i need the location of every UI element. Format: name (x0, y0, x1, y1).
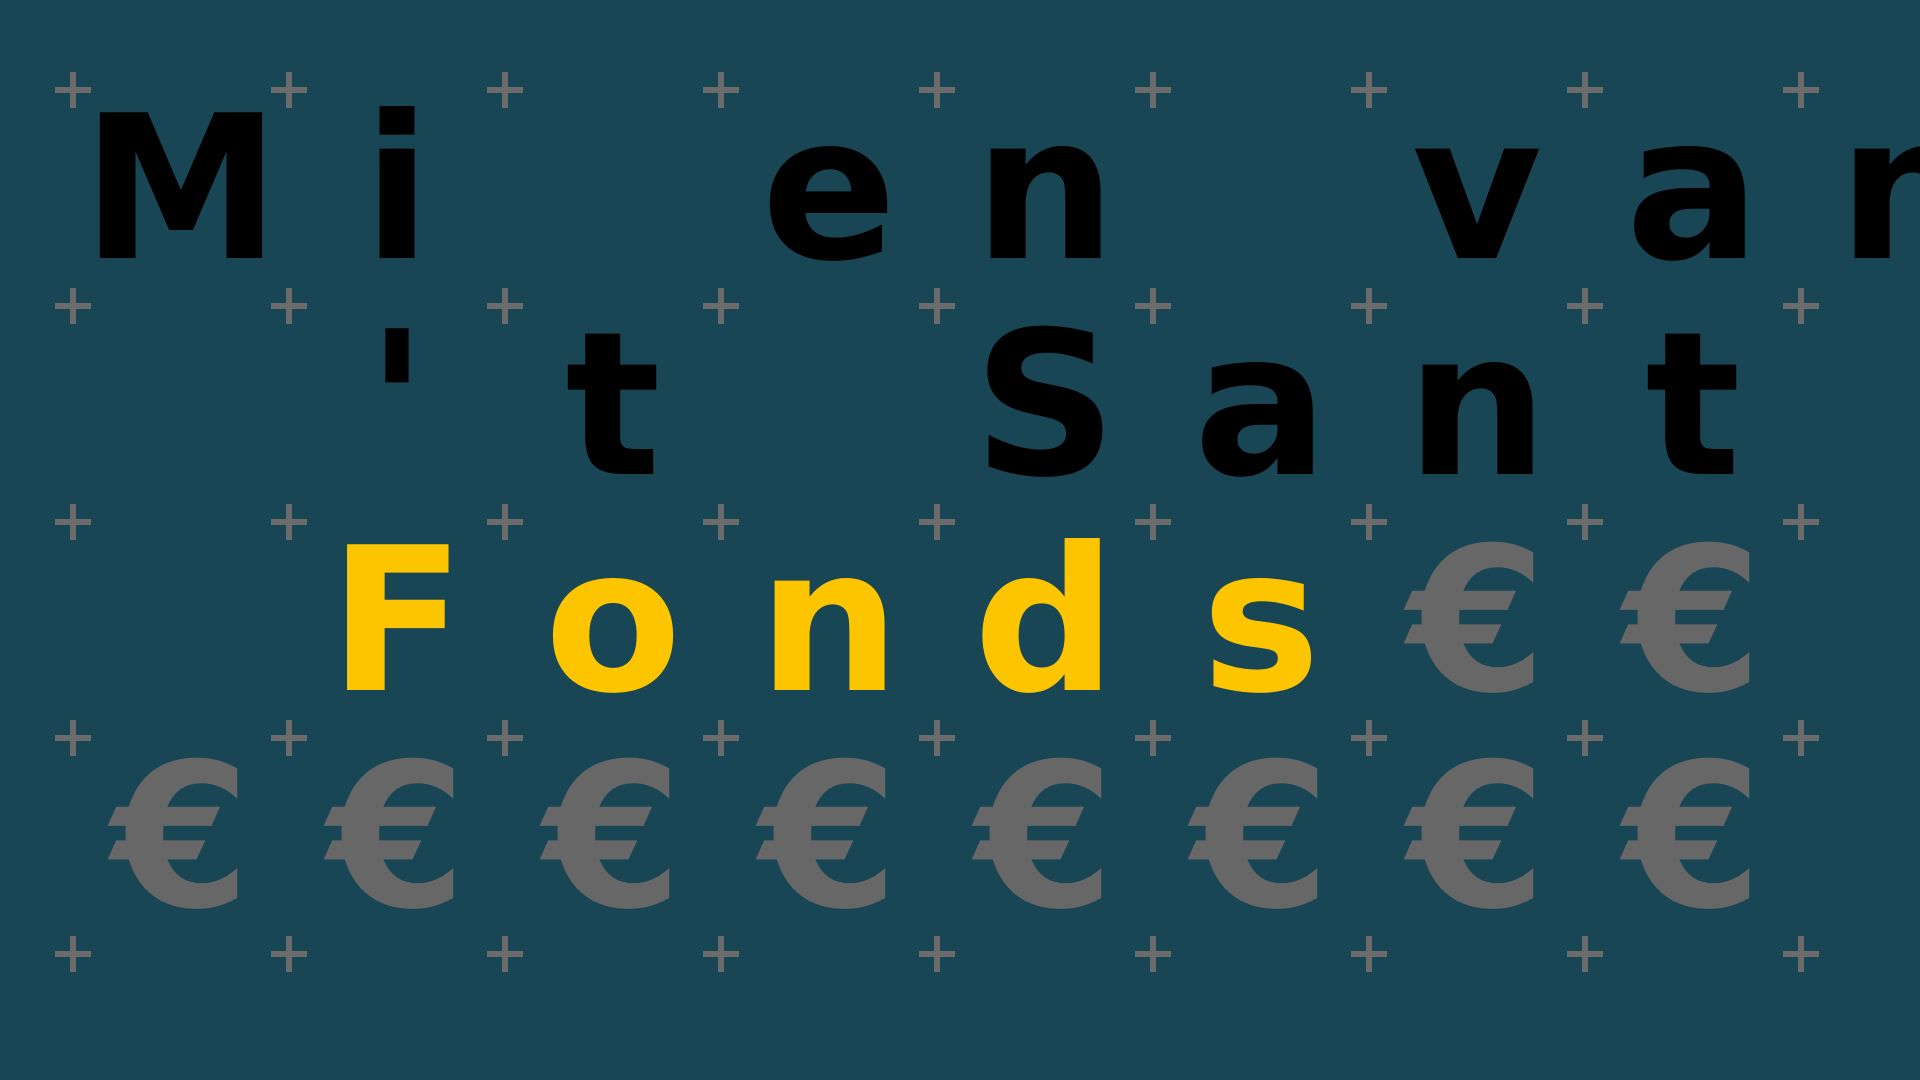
letter-tile: t (1645, 289, 1741, 522)
letter-tile: n (757, 505, 901, 738)
letter-tile: a (1625, 73, 1761, 306)
letter-tile: F (328, 505, 466, 738)
letter-tile: ' (366, 289, 428, 522)
euro-symbol: € (1623, 721, 1763, 954)
plus-icon (55, 504, 91, 540)
letter-tile: d (973, 505, 1117, 738)
letter-tile: n (1405, 289, 1549, 522)
letter-tile: n (1837, 73, 1920, 306)
euro-symbol: € (1407, 505, 1547, 738)
letter-tile: a (1193, 289, 1329, 522)
euro-symbol: € (543, 721, 683, 954)
letter-tile: o (544, 505, 682, 738)
letter-tile: M (81, 73, 281, 306)
letter-tile: e (761, 73, 897, 306)
euro-symbol: € (1191, 721, 1331, 954)
euro-symbol: € (111, 721, 251, 954)
euro-symbol: € (759, 721, 899, 954)
letter-tile: v (1411, 73, 1543, 306)
text-grid-canvas: Mi e n v a n ' t Sa n t Fo n d s € € € € € € € € € € (0, 0, 1920, 1080)
euro-symbol: € (327, 721, 467, 954)
euro-symbol: € (1623, 505, 1763, 738)
letter-tile: S (972, 289, 1118, 522)
euro-symbol: € (1407, 721, 1547, 954)
letter-tile: i (362, 73, 432, 306)
letter-tile: s (1201, 505, 1321, 738)
euro-symbol: € (975, 721, 1115, 954)
letter-tile: t (565, 289, 661, 522)
letter-tile: n (973, 73, 1117, 306)
